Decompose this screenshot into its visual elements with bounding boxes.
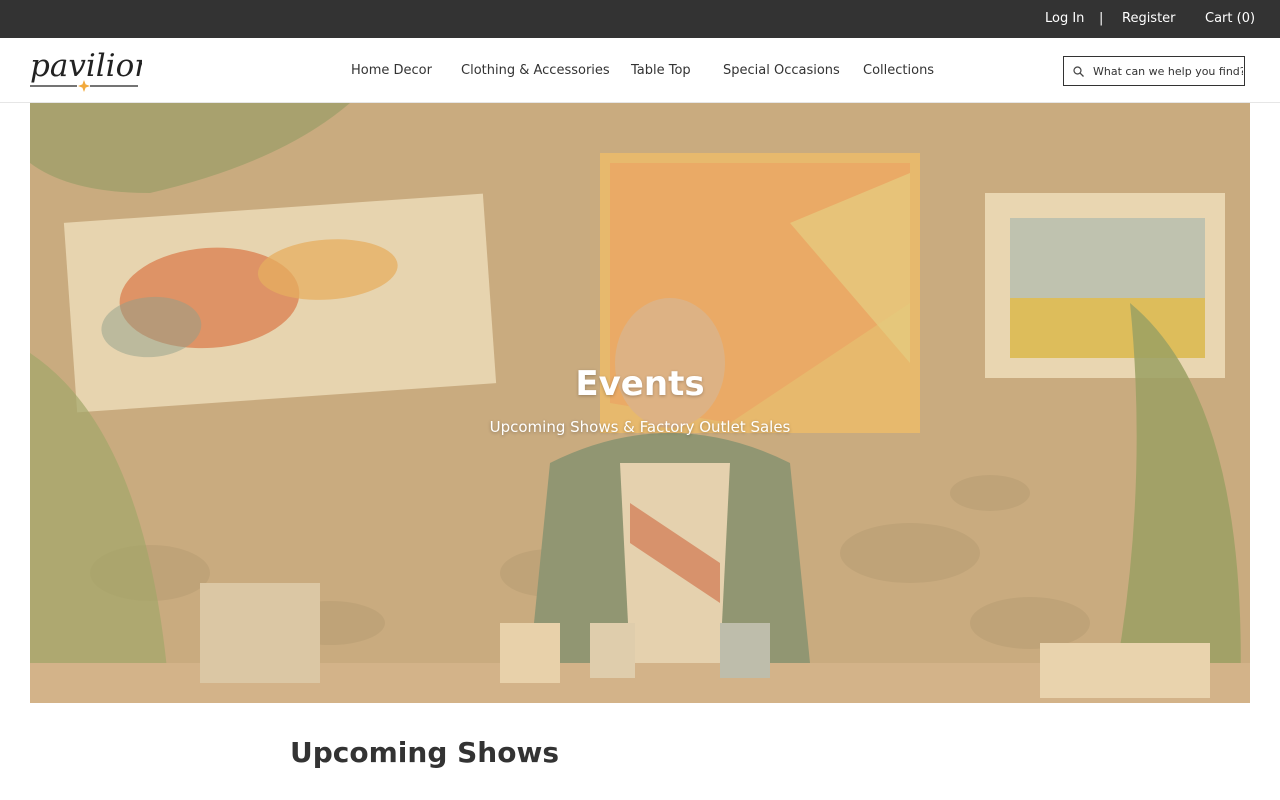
nav-collections[interactable]: Collections: [863, 63, 934, 79]
search-icon[interactable]: [1073, 66, 1084, 77]
pavilion-logo[interactable]: pavilion: [30, 44, 154, 94]
logo-text: pavilion: [30, 48, 142, 84]
cart-link[interactable]: Cart (0): [1205, 11, 1255, 27]
topbar-separator: |: [1099, 11, 1104, 26]
nav-table-top[interactable]: Table Top: [631, 63, 691, 79]
search-box[interactable]: [1063, 56, 1245, 86]
site-header: pavilion Home Decor Clothing & Accessori…: [0, 38, 1280, 103]
nav-special-occasions[interactable]: Special Occasions: [723, 63, 840, 79]
login-link[interactable]: Log In: [1045, 11, 1084, 27]
hero-banner: Events Upcoming Shows & Factory Outlet S…: [30, 103, 1250, 703]
hero-title: Events: [575, 364, 705, 404]
logo-graphic: pavilion: [30, 48, 154, 92]
hero-subtitle: Upcoming Shows & Factory Outlet Sales: [489, 418, 791, 436]
nav-home-decor[interactable]: Home Decor: [351, 63, 432, 79]
top-utility-bar: Log In | Register Cart (0): [0, 0, 1280, 38]
search-input[interactable]: [1093, 57, 1243, 85]
nav-clothing-accessories[interactable]: Clothing & Accessories: [461, 63, 610, 79]
upcoming-shows-heading: Upcoming Shows: [290, 736, 559, 769]
register-link[interactable]: Register: [1122, 11, 1176, 27]
